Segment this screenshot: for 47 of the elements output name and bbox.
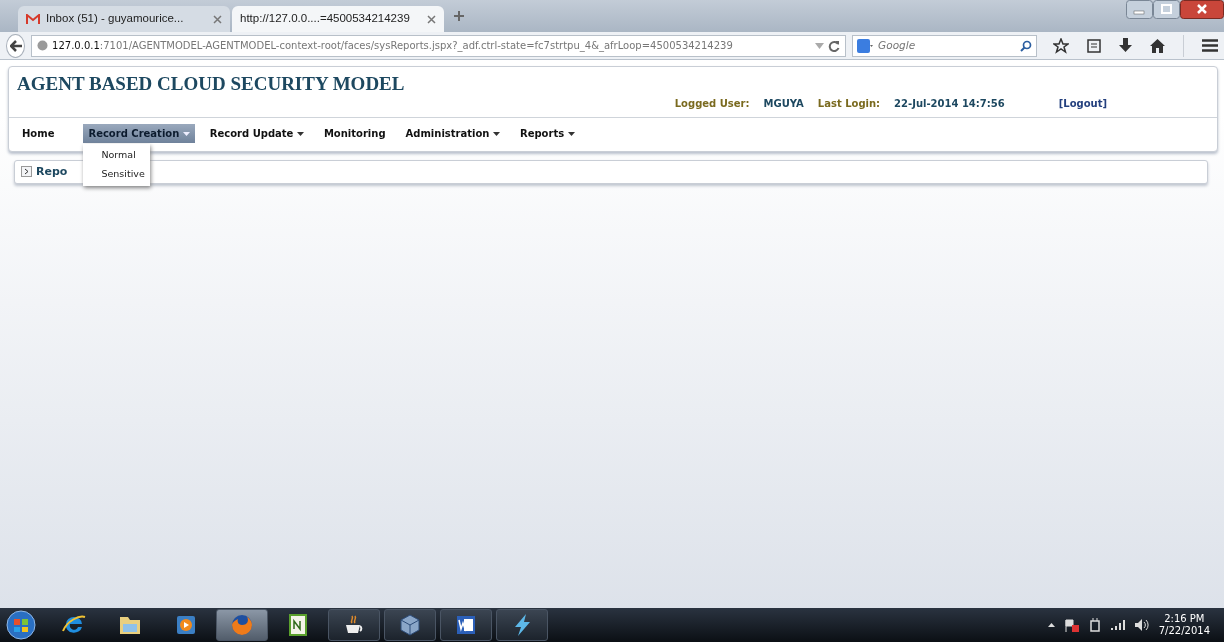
reload-icon[interactable] — [828, 39, 841, 52]
logout-link[interactable]: [Logout] — [1058, 95, 1107, 111]
taskbar-button[interactable] — [384, 609, 436, 641]
show-hidden-icon[interactable] — [1047, 623, 1055, 627]
menu-item[interactable]: Home — [17, 123, 60, 143]
taskbar-button[interactable] — [496, 609, 548, 641]
menu-item[interactable]: Record Creation — [83, 123, 195, 143]
mail-icon — [26, 13, 40, 25]
taskbar-button[interactable] — [328, 609, 380, 641]
close-icon[interactable] — [427, 14, 436, 24]
menu-item[interactable]: Administration — [400, 123, 505, 143]
start-button[interactable] — [6, 610, 36, 640]
menu-item[interactable]: Reports — [514, 123, 580, 143]
last-login-label: Last Login: — [817, 96, 881, 111]
back-arrow-icon — [9, 39, 22, 52]
search-engine-icon[interactable] — [857, 38, 874, 53]
dropdown-item[interactable]: Sensitive — [83, 165, 151, 185]
speaker-icon[interactable] — [1134, 619, 1149, 631]
page-title: AGENT BASED CLOUD SECURITY MODEL — [16, 72, 406, 96]
menu-item[interactable]: Record Update — [204, 123, 309, 143]
back-button[interactable] — [6, 33, 26, 58]
browser-tab[interactable]: http://127.0.0....=4500534214239 — [232, 6, 444, 32]
panel-title: Repo — [36, 163, 68, 180]
browser-tab[interactable]: Inbox (51) - guyamourice... — [18, 6, 230, 32]
last-login-time: 22-Jul-2014 14:7:56 — [894, 96, 1005, 111]
maximize-icon[interactable] — [1153, 0, 1180, 19]
expand-icon[interactable] — [21, 166, 32, 178]
home-icon[interactable] — [1150, 38, 1165, 53]
flag-icon[interactable] — [1064, 618, 1079, 632]
user-name: MGUYA — [763, 96, 804, 111]
menu-item[interactable]: Monitoring — [318, 123, 391, 143]
signal-icon[interactable] — [1110, 620, 1125, 630]
new-tab-icon[interactable] — [454, 10, 464, 21]
download-icon[interactable] — [1119, 38, 1132, 53]
search-field[interactable]: Google — [852, 34, 1037, 57]
url-text: 127.0.0.1:7101/AGENTMODEL-AGENTMODEL-context-root/faces/sysReports.jspx?_adf.ctrl-state=fc7strtpu_4&_afrLoop=4500534214239 — [52, 39, 734, 53]
dropdown-item[interactable]: Normal — [83, 145, 151, 166]
menu-icon[interactable] — [1202, 39, 1218, 52]
globe-icon — [37, 40, 49, 51]
clock[interactable]: 2:16 PM 7/22/2014 — [1158, 612, 1210, 638]
user-label: Logged User: — [674, 96, 750, 111]
address-bar[interactable]: 127.0.0.1:7101/AGENTMODEL-AGENTMODEL-context-root/faces/sysReports.jspx?_adf.ctrl-state=fc7strtpu_4&_afrLoop=4500534214239 — [31, 34, 847, 57]
star-icon[interactable] — [1053, 37, 1069, 54]
taskbar-button[interactable] — [440, 609, 492, 641]
search-icon[interactable] — [1020, 39, 1032, 52]
clipboard-icon[interactable] — [1087, 38, 1101, 53]
close-icon[interactable] — [1180, 0, 1224, 19]
